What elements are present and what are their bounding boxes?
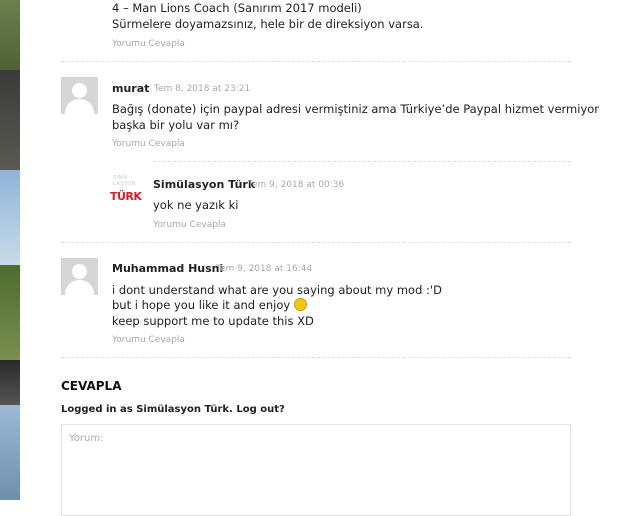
comment-author[interactable]: Muhammad Husni: [112, 262, 223, 275]
logged-in-notice[interactable]: Logged in as Simülasyon Türk. Log out?: [61, 404, 285, 415]
separator: [61, 242, 571, 243]
comment-text-line: başka bir yolu var mı?: [112, 118, 240, 132]
comment-text-fragment: but i hope you like it and enjoy: [112, 298, 291, 312]
comment-textarea[interactable]: Yorum:: [61, 424, 571, 516]
comment-date[interactable]: Tem 9, 2018 at 16:44: [216, 264, 312, 274]
separator: [61, 61, 571, 62]
reply-link[interactable]: Yorumu Cevapla: [112, 139, 185, 149]
reply-link[interactable]: Yorumu Cevapla: [153, 220, 226, 230]
reply-form-title: CEVAPLA: [61, 379, 122, 393]
textarea-placeholder: Yorum:: [69, 433, 104, 444]
background-photo-strip: [0, 0, 20, 500]
site-logo-avatar: SİMÜ LASYON TÜRK: [110, 173, 142, 210]
reply-link[interactable]: Yorumu Cevapla: [112, 39, 185, 49]
separator: [61, 357, 571, 358]
comment-author[interactable]: Simülasyon Türk: [153, 178, 255, 191]
comment-text-line: keep support me to update this XD: [112, 314, 314, 328]
comment-text-line: Bağış (donate) için paypal adresi vermiş…: [112, 102, 600, 116]
logo-small-text: SİMÜ LASYON: [113, 175, 136, 187]
comment-text-line: Sürmelere doyamazsınız, hele bir de dire…: [112, 17, 424, 31]
comment-text-line: i dont understand what are you saying ab…: [112, 283, 442, 297]
smiley-icon: [293, 298, 307, 311]
logo-turk-text: TÜRK: [110, 190, 142, 203]
comment-date[interactable]: Tem 8, 2018 at 23:21: [154, 84, 250, 94]
comment-text-line-with-emoji: but i hope you like it and enjoy: [112, 297, 307, 313]
comment-text-line: yok ne yazık ki: [153, 198, 239, 212]
comment-date[interactable]: Tem 9, 2018 at 00:36: [248, 180, 344, 190]
separator: [153, 161, 571, 162]
avatar: [61, 258, 98, 295]
comment-author[interactable]: murat: [112, 82, 149, 95]
comments-area: 4 – Man Lions Coach (Sanırım 2017 modeli…: [20, 0, 628, 516]
avatar: [61, 77, 98, 114]
comment-text-line: 4 – Man Lions Coach (Sanırım 2017 modeli…: [112, 1, 362, 15]
reply-link[interactable]: Yorumu Cevapla: [112, 335, 185, 345]
